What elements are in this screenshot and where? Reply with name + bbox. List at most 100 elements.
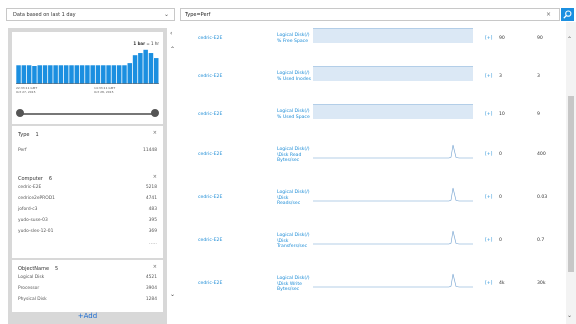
computer-link[interactable]: cedric-E2E: [198, 281, 222, 286]
facet-value-row[interactable]: cedrice2ePROD1 4741: [18, 196, 157, 204]
expand-button[interactable]: [+]: [485, 74, 492, 79]
histogram-bar[interactable]: [37, 65, 42, 84]
sparkline[interactable]: [313, 272, 473, 288]
computer-link[interactable]: cedric-E2E: [198, 74, 222, 79]
left-panel-scrollbar[interactable]: ‹ ⌃ ⌄: [170, 28, 178, 324]
time-range-slider[interactable]: [16, 109, 159, 119]
sparkline[interactable]: [313, 65, 473, 81]
chevron-left-icon[interactable]: ‹: [170, 30, 172, 37]
facet-value-row[interactable]: Processor 3904: [18, 286, 157, 294]
histogram-bar[interactable]: [154, 58, 159, 84]
chevron-up-icon[interactable]: ⌃: [567, 36, 572, 43]
chevron-down-icon[interactable]: ⌄: [567, 312, 572, 319]
sparkline[interactable]: [313, 229, 473, 245]
histogram-bar[interactable]: [138, 53, 143, 84]
histogram-bar[interactable]: [122, 65, 127, 84]
max-value: 0.03: [537, 195, 548, 201]
facet-value-row[interactable]: yudo-suse-03 395: [18, 218, 157, 226]
search-button[interactable]: [561, 8, 574, 21]
histogram-bar[interactable]: [53, 65, 58, 84]
histogram-bars[interactable]: [16, 48, 159, 84]
chevron-down-icon: ⌄: [163, 11, 169, 18]
sparkline-svg: [313, 27, 473, 43]
result-row: cedric-E2E Logical Disk(/)% Used Space [+]…: [180, 98, 566, 136]
computer-link[interactable]: cedric-E2E: [198, 112, 222, 117]
more-values-link[interactable]: .....: [149, 240, 157, 246]
facet-value-row[interactable]: Logical Disk 4521: [18, 275, 157, 283]
histogram-bar[interactable]: [90, 65, 95, 84]
sparkline[interactable]: [313, 143, 473, 159]
chevron-down-icon[interactable]: ⌄: [170, 291, 175, 298]
facet-value-row[interactable]: cedric-E2E 5218: [18, 185, 157, 193]
histogram-bar[interactable]: [58, 65, 64, 84]
histogram-bar[interactable]: [132, 55, 138, 84]
search-icon: [563, 10, 572, 19]
expand-button[interactable]: [+]: [485, 152, 492, 157]
histogram-bar[interactable]: [16, 65, 21, 84]
computer-link[interactable]: cedric-E2E: [198, 195, 222, 200]
histogram-bar[interactable]: [127, 63, 133, 84]
time-range-dropdown[interactable]: Data based on last 1 day ⌄: [6, 8, 175, 21]
histogram-bar[interactable]: [85, 65, 90, 84]
histogram-bar[interactable]: [116, 65, 122, 84]
sparkline[interactable]: [313, 103, 473, 119]
expand-button[interactable]: [+]: [485, 281, 492, 286]
sparkline[interactable]: [313, 186, 473, 202]
slider-start-handle[interactable]: [16, 109, 24, 117]
expand-button[interactable]: [+]: [485, 238, 492, 243]
histogram-bar[interactable]: [69, 65, 74, 84]
scrollbar-thumb[interactable]: [568, 96, 574, 272]
add-facet-button[interactable]: +Add: [8, 312, 167, 320]
search-input[interactable]: Type=Perf ×: [180, 8, 560, 21]
current-value: 3: [499, 73, 502, 79]
sparkline-svg: [313, 65, 473, 81]
histogram-bar[interactable]: [106, 65, 111, 84]
facet-objectname: ObjectName 5 × Logical Disk 4521 Processor…: [12, 260, 163, 312]
histogram-bar[interactable]: [63, 65, 69, 84]
max-value: 30k: [537, 281, 546, 287]
facet-value-row[interactable]: joford-c3 483: [18, 207, 157, 215]
expand-button[interactable]: [+]: [485, 36, 492, 41]
sparkline-line: [313, 231, 473, 245]
slider-end-handle[interactable]: [151, 109, 159, 117]
close-icon[interactable]: ×: [153, 264, 157, 270]
histogram-bar[interactable]: [111, 65, 117, 84]
facet-value-row[interactable]: Perf 11448: [18, 148, 157, 156]
histogram-bar[interactable]: [79, 65, 85, 84]
histogram-end-label: 14:33:11 GMT Oct 28, 2015: [94, 86, 116, 94]
results-scrollbar[interactable]: ⌃ ⌄: [566, 22, 576, 324]
sparkline-svg: [313, 274, 473, 288]
facet-header: ObjectName 5: [18, 266, 59, 272]
computer-link[interactable]: cedric-E2E: [198, 238, 222, 243]
histogram-bar[interactable]: [143, 49, 148, 84]
histogram-bar[interactable]: [42, 65, 48, 84]
chevron-up-icon[interactable]: ⌃: [170, 46, 175, 53]
computer-link[interactable]: cedric-E2E: [198, 36, 222, 41]
facet-value-row[interactable]: Physical Disk 1284: [18, 297, 157, 305]
clear-search-icon[interactable]: ×: [546, 11, 551, 18]
histogram-bar[interactable]: [101, 65, 106, 84]
computer-link[interactable]: cedric-E2E: [198, 152, 222, 157]
expand-button[interactable]: [+]: [485, 112, 492, 117]
histogram-bar[interactable]: [148, 53, 154, 84]
current-value: 10: [499, 111, 505, 117]
expand-button[interactable]: [+]: [485, 195, 492, 200]
result-row: cedric-E2E Logical Disk(/)% Free Space [+]…: [180, 22, 566, 60]
sparkline-area: [313, 104, 473, 119]
sparkline-line: [313, 188, 473, 202]
max-value: 0.7: [537, 238, 545, 244]
histogram-bar[interactable]: [21, 65, 27, 84]
result-row: cedric-E2E Logical Disk(/)% Used Inodes [+…: [180, 60, 566, 98]
histogram-bar[interactable]: [74, 65, 80, 84]
histogram-bar[interactable]: [32, 66, 37, 84]
sparkline[interactable]: [313, 27, 473, 43]
close-icon[interactable]: ×: [153, 130, 157, 136]
slider-track: [20, 113, 155, 115]
histogram-bar[interactable]: [95, 65, 101, 84]
facet-value-row[interactable]: yudo-sles-12-01 369: [18, 229, 157, 237]
results-list: cedric-E2E Logical Disk(/)% Free Space [+]…: [180, 22, 566, 324]
current-value: 0: [499, 152, 502, 158]
histogram-bar[interactable]: [48, 65, 53, 84]
close-icon[interactable]: ×: [153, 174, 157, 180]
histogram-bar[interactable]: [26, 65, 32, 84]
